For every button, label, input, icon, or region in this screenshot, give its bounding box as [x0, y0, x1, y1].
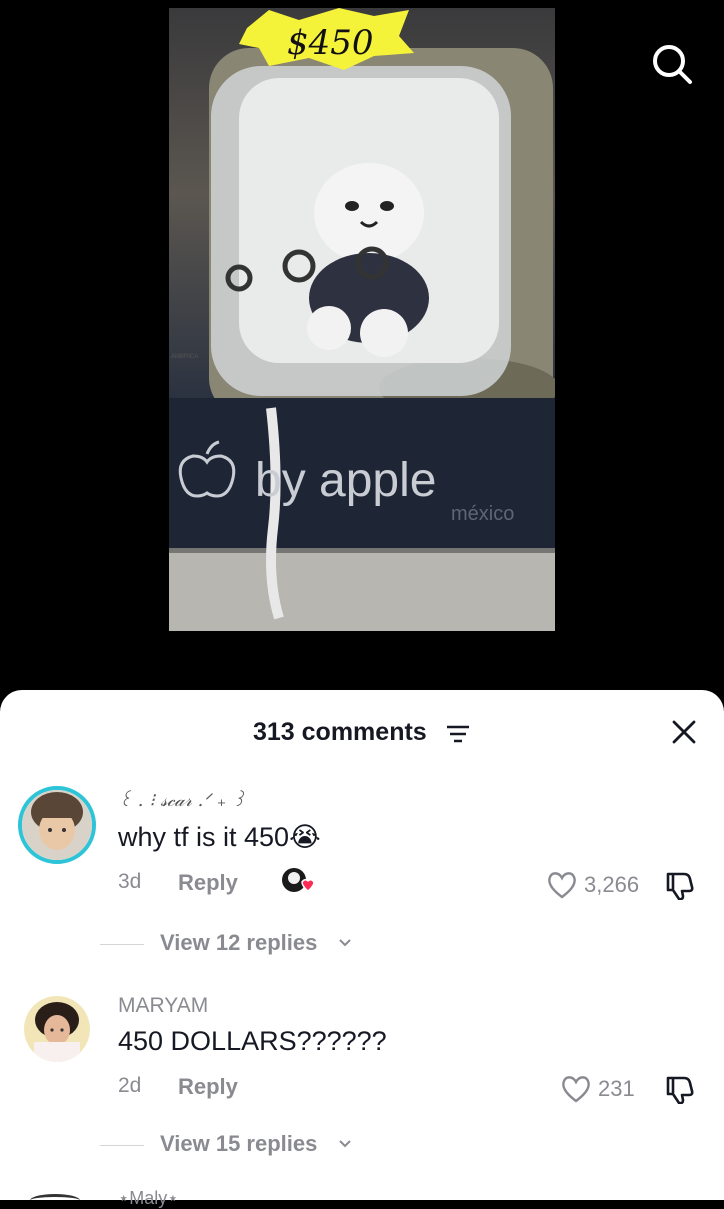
comment-username[interactable]: MARYAM	[118, 994, 208, 1018]
thumbs-down-icon	[666, 1076, 694, 1105]
comment-username[interactable]: ꒰ . ⁝ 𝓈𝒸𝒶𝓇 .ᐟ ₊ ꒱	[118, 788, 246, 811]
comment-item: MARYAM 450 DOLLARS?????? 2d Reply 231	[0, 994, 724, 1105]
like-count: 231	[598, 1076, 635, 1101]
creator-avatar-icon	[282, 868, 315, 892]
avatar[interactable]	[24, 996, 90, 1062]
comment-text: why tf is it 450😭	[118, 822, 321, 852]
view-replies-label: View 12 replies	[160, 930, 318, 955]
view-replies-label: View 15 replies	[160, 1131, 318, 1156]
store-sub: méxico	[451, 503, 514, 525]
avatar[interactable]	[18, 786, 96, 864]
box-label: AMBRICA	[171, 354, 198, 360]
video-still: $450 by apple méxico AMBRICA	[169, 8, 555, 631]
sort-filter-button[interactable]	[446, 723, 470, 745]
comment-meta: 2d Reply 231	[118, 1072, 708, 1105]
avatar-image	[22, 790, 92, 860]
comment-time: 3d	[118, 870, 142, 893]
view-replies-button[interactable]: View 12 replies	[100, 930, 360, 960]
comments-header: 313 comments	[0, 690, 724, 774]
close-button[interactable]	[670, 718, 698, 746]
like-button[interactable]: 231	[560, 1074, 650, 1104]
comment-meta: 3d Reply 3,266	[118, 868, 708, 901]
chevron-down-icon	[339, 939, 351, 947]
search-button[interactable]	[648, 40, 696, 88]
comments-sheet: 313 comments ꒰ . ⁝ 𝓈𝒸𝒶𝓇 .ᐟ ₊ ꒱ why tf is…	[0, 690, 724, 1208]
reply-button[interactable]: Reply	[178, 1074, 238, 1100]
price-tag: $450	[287, 23, 374, 63]
reply-button[interactable]: Reply	[178, 870, 238, 896]
video-player[interactable]: $450 by apple méxico AMBRICA	[0, 0, 724, 700]
close-icon	[672, 720, 696, 744]
comment-username[interactable]: ⋆Maly⋆	[118, 1188, 179, 1209]
comment-item: ꒰ . ⁝ 𝓈𝒸𝒶𝓇 .ᐟ ₊ ꒱ why tf is it 450😭 3d R…	[0, 786, 724, 901]
store-name: by apple	[255, 454, 436, 507]
filter-icon	[447, 725, 469, 743]
search-icon	[653, 45, 692, 84]
comment-count: 313 comments	[253, 718, 427, 746]
heart-icon	[562, 1076, 590, 1103]
liked-by-creator	[280, 866, 316, 898]
like-button[interactable]: 3,266	[546, 870, 658, 900]
dislike-button[interactable]	[664, 868, 696, 901]
avatar-image	[24, 996, 90, 1062]
dislike-button[interactable]	[664, 1072, 696, 1105]
divider-line	[100, 1145, 144, 1146]
comment-time: 2d	[118, 1074, 142, 1097]
avatar[interactable]	[30, 1194, 80, 1207]
divider-line	[100, 944, 144, 945]
like-count: 3,266	[584, 872, 640, 897]
thumbs-down-icon	[666, 872, 694, 901]
view-replies-button[interactable]: View 15 replies	[100, 1131, 360, 1161]
video-frame[interactable]: $450 by apple méxico AMBRICA	[169, 8, 555, 631]
chevron-down-icon	[339, 1140, 351, 1148]
heart-icon	[548, 872, 576, 899]
comment-text: 450 DOLLARS??????	[118, 1026, 387, 1056]
